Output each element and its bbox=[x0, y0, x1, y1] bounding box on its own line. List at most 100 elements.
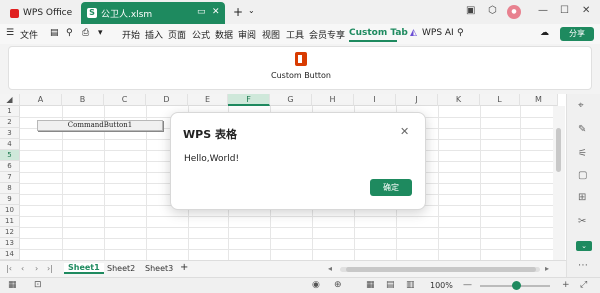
menu-home[interactable]: 开始 bbox=[122, 28, 140, 41]
sheet-tab-active[interactable]: Sheet1 bbox=[64, 263, 104, 274]
row-header-selected[interactable]: 5 bbox=[0, 150, 20, 161]
close-window-icon[interactable]: ✕ bbox=[582, 5, 590, 16]
menu-review[interactable]: 审阅 bbox=[238, 28, 256, 41]
menu-tools[interactable]: 工具 bbox=[286, 28, 304, 41]
collapse-panel-button[interactable]: ⌄ bbox=[576, 241, 592, 251]
cloud-icon[interactable]: ☁ bbox=[540, 28, 549, 38]
menu-member[interactable]: 会员专享 bbox=[309, 28, 345, 41]
sheet-tab[interactable]: Sheet2 bbox=[107, 264, 135, 273]
menu-insert[interactable]: 插入 bbox=[145, 28, 163, 41]
horizontal-scrollbar[interactable] bbox=[340, 267, 540, 272]
side-panel: ⌖ ✎ ⚟ ▢ ⊞ ✂ ⌄ ⋯ bbox=[566, 94, 600, 277]
row-header[interactable]: 2 bbox=[0, 117, 20, 128]
file-tab[interactable]: S 公卫人.xlsm ▭ ✕ bbox=[81, 2, 225, 24]
row-header[interactable]: 10 bbox=[0, 205, 20, 216]
tools-icon[interactable]: ✂ bbox=[578, 216, 586, 227]
row-header[interactable]: 11 bbox=[0, 216, 20, 227]
page-break-icon[interactable]: ▥ bbox=[406, 280, 415, 290]
wps-home-tab[interactable]: WPS Office bbox=[4, 4, 74, 22]
column-header[interactable]: J bbox=[396, 94, 438, 106]
column-header[interactable]: B bbox=[62, 94, 104, 106]
column-header[interactable]: A bbox=[20, 94, 62, 106]
search-icon[interactable]: ⚲ bbox=[457, 28, 464, 38]
cursor-icon[interactable]: ⌖ bbox=[578, 100, 584, 111]
ok-button[interactable]: 确定 bbox=[370, 179, 412, 196]
comment-icon[interactable]: ▢ bbox=[578, 170, 587, 181]
minimize-window-icon[interactable]: — bbox=[538, 5, 548, 16]
page-layout-icon[interactable]: ▤ bbox=[386, 280, 395, 290]
row-header[interactable]: 3 bbox=[0, 128, 20, 139]
scroll-right-icon[interactable]: ▸ bbox=[545, 264, 549, 273]
row-header[interactable]: 14 bbox=[0, 249, 20, 260]
save-icon[interactable]: ▤ bbox=[50, 28, 59, 38]
menu-formula[interactable]: 公式 bbox=[192, 28, 210, 41]
record-icon[interactable]: ⊡ bbox=[34, 280, 42, 290]
zoom-out-icon[interactable]: — bbox=[463, 280, 472, 290]
row-header[interactable]: 12 bbox=[0, 227, 20, 238]
horizontal-scroll-thumb[interactable] bbox=[346, 267, 536, 272]
chart-icon[interactable]: ⊞ bbox=[578, 192, 586, 203]
select-all-corner[interactable]: ◢ bbox=[0, 94, 20, 106]
share-button-label: 分享 bbox=[569, 29, 585, 38]
column-header[interactable]: G bbox=[270, 94, 312, 106]
hamburger-icon[interactable]: ☰ bbox=[6, 28, 14, 38]
sheet-tab[interactable]: Sheet3 bbox=[145, 264, 173, 273]
row-header[interactable]: 1 bbox=[0, 106, 20, 117]
share-button[interactable]: 分享 bbox=[560, 27, 594, 41]
macro-icon[interactable]: ▦ bbox=[8, 280, 17, 290]
layout-options-icon[interactable]: ⊕ bbox=[334, 280, 342, 290]
close-tab-icon[interactable]: ✕ bbox=[212, 7, 220, 17]
fullscreen-icon[interactable]: ⤢ bbox=[580, 280, 587, 290]
menu-file[interactable]: 文件 bbox=[20, 28, 38, 41]
menu-wps-ai[interactable]: WPS AI bbox=[422, 28, 454, 38]
menu-custom-tab[interactable]: Custom Tab bbox=[349, 28, 408, 38]
custom-button[interactable]: Custom Button bbox=[271, 50, 331, 88]
column-header[interactable]: D bbox=[146, 94, 188, 106]
column-header[interactable]: M bbox=[520, 94, 558, 106]
more-dots-icon[interactable]: ⋯ bbox=[578, 260, 588, 271]
monitor-icon[interactable]: ▭ bbox=[197, 7, 206, 17]
row-header[interactable]: 13 bbox=[0, 238, 20, 249]
menu-page[interactable]: 页面 bbox=[168, 28, 186, 41]
command-button[interactable]: CommandButton1 bbox=[37, 120, 163, 131]
column-header[interactable]: I bbox=[354, 94, 396, 106]
menu-view[interactable]: 视图 bbox=[262, 28, 280, 41]
scroll-left-icon[interactable]: ◂ bbox=[328, 264, 332, 273]
column-header[interactable]: K bbox=[438, 94, 480, 106]
eye-icon[interactable]: ◉ bbox=[312, 280, 320, 290]
row-header[interactable]: 7 bbox=[0, 172, 20, 183]
row-header[interactable]: 8 bbox=[0, 183, 20, 194]
column-header[interactable]: C bbox=[104, 94, 146, 106]
avatar[interactable]: ● bbox=[507, 5, 521, 19]
add-sheet-icon[interactable]: + bbox=[180, 262, 188, 273]
column-header[interactable]: H bbox=[312, 94, 354, 106]
find-icon[interactable]: ⚲ bbox=[66, 28, 73, 38]
chevron-down-icon[interactable]: ⌄ bbox=[248, 6, 255, 15]
status-bar: ▦ ⊡ ◉ ⊕ ▦ ▤ ▥ 100% — + ⤢ bbox=[0, 277, 600, 293]
row-header[interactable]: 4 bbox=[0, 139, 20, 150]
vertical-scrollbar[interactable] bbox=[553, 106, 565, 260]
row-header[interactable]: 9 bbox=[0, 194, 20, 205]
new-tab-icon[interactable]: + bbox=[233, 5, 243, 19]
column-header[interactable]: L bbox=[480, 94, 520, 106]
layout-icon[interactable]: ▣ bbox=[466, 5, 475, 16]
row-header[interactable]: 6 bbox=[0, 161, 20, 172]
more-icon[interactable]: ▾ bbox=[98, 28, 103, 38]
zoom-slider-knob[interactable] bbox=[512, 281, 521, 290]
last-sheet-icon[interactable]: ›| bbox=[47, 264, 53, 273]
normal-view-icon[interactable]: ▦ bbox=[366, 280, 375, 290]
next-sheet-icon[interactable]: › bbox=[35, 264, 38, 273]
zoom-in-icon[interactable]: + bbox=[562, 280, 570, 290]
close-icon[interactable]: ✕ bbox=[400, 125, 409, 138]
first-sheet-icon[interactable]: |‹ bbox=[6, 264, 12, 273]
prev-sheet-icon[interactable]: ‹ bbox=[21, 264, 24, 273]
menu-data[interactable]: 数据 bbox=[215, 28, 233, 41]
pen-icon[interactable]: ✎ bbox=[578, 124, 586, 135]
vertical-scroll-thumb[interactable] bbox=[556, 128, 561, 172]
settings-sliders-icon[interactable]: ⚟ bbox=[578, 148, 587, 159]
print-icon[interactable]: ⎙ bbox=[82, 28, 89, 38]
cube-icon[interactable]: ⬡ bbox=[488, 5, 497, 16]
column-header[interactable]: E bbox=[188, 94, 228, 106]
maximize-window-icon[interactable]: ☐ bbox=[560, 5, 569, 16]
column-header-selected[interactable]: F bbox=[228, 94, 270, 106]
